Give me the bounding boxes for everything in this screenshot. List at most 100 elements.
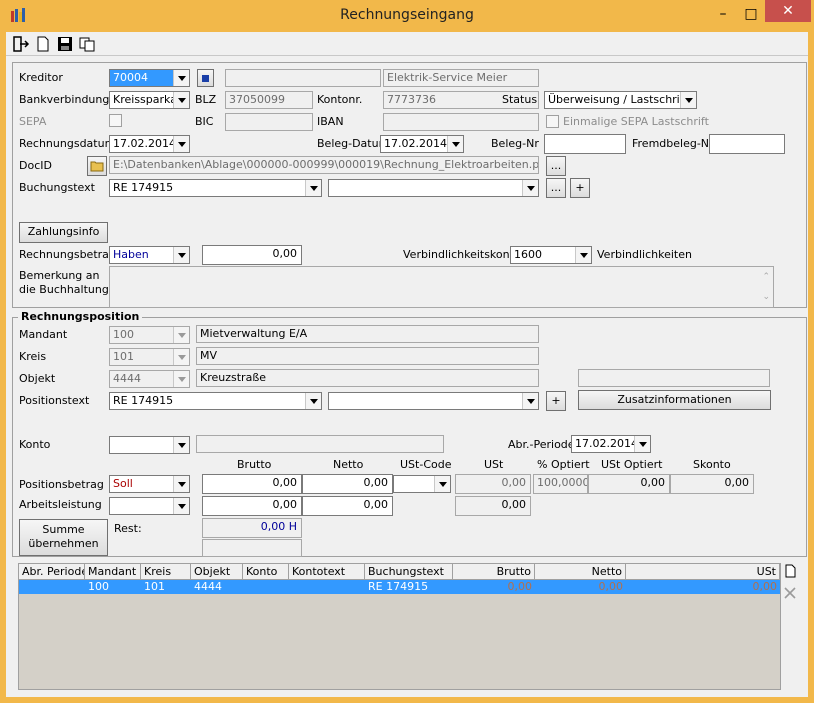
brutto-input[interactable]: 0,00 xyxy=(202,474,302,494)
bic-field xyxy=(225,113,313,131)
bank-select[interactable]: Kreissparkas xyxy=(109,91,190,109)
grid-header[interactable]: Kontotext xyxy=(289,564,365,580)
sepa-label: SEPA xyxy=(19,115,47,128)
title-bar: Rechnungseingang – □ ✕ xyxy=(0,0,814,32)
chevron-down-icon[interactable] xyxy=(305,393,321,409)
positionstext-extra-select[interactable] xyxy=(328,392,539,410)
grid-header[interactable]: Brutto xyxy=(453,564,535,580)
grid-header[interactable]: Konto xyxy=(243,564,289,580)
chevron-down-icon[interactable] xyxy=(173,371,189,387)
netto-input[interactable]: 0,00 xyxy=(302,474,393,494)
objekt-label: Objekt xyxy=(19,372,56,385)
grid-header[interactable]: Abr. Periode xyxy=(19,564,85,580)
row-buchungstext: RE 174915 xyxy=(368,580,429,593)
mandant-name-field: Mietverwaltung E/A xyxy=(196,325,539,343)
scroll-down-icon[interactable]: ⌄ xyxy=(762,289,770,305)
soll-haben-value: Haben xyxy=(113,248,149,261)
chevron-down-icon[interactable] xyxy=(173,327,189,343)
belegnr-label: Beleg-Nr xyxy=(491,137,539,150)
grid-header[interactable]: Kreis xyxy=(141,564,191,580)
summe-uebernehmen-button[interactable]: Summe übernehmen xyxy=(19,519,108,556)
chevron-down-icon[interactable] xyxy=(434,476,450,492)
kreditor-lookup-button[interactable] xyxy=(197,69,214,87)
chevron-down-icon[interactable] xyxy=(680,92,696,108)
row-ust: 0,00 xyxy=(752,580,778,593)
maximize-icon[interactable]: □ xyxy=(737,4,765,24)
delete-row-icon[interactable] xyxy=(783,586,797,600)
soll-haben-select[interactable]: Haben xyxy=(109,246,190,264)
kreis-select[interactable]: 101 xyxy=(109,348,190,366)
ustcode-select[interactable] xyxy=(393,475,451,493)
chevron-down-icon[interactable] xyxy=(173,476,189,492)
main-window: Rechnungseingang – □ ✕ Kreditor 70004 El… xyxy=(0,0,814,703)
kreditor-code-field xyxy=(225,69,381,87)
grid-header[interactable]: Netto xyxy=(535,564,626,580)
close-window-button[interactable]: ✕ xyxy=(765,0,811,22)
buchungstext-extra-select[interactable] xyxy=(328,179,539,197)
docid-field: E:\Datenbanken\Ablage\000000-000999\0000… xyxy=(109,156,539,174)
rechnungsdatum-picker[interactable]: 17.02.2014 xyxy=(109,135,190,153)
new-document-icon[interactable] xyxy=(34,35,52,53)
chevron-down-icon[interactable] xyxy=(575,247,591,263)
chevron-down-icon[interactable] xyxy=(173,247,189,263)
rechnungsbetrag-input[interactable]: 0,00 xyxy=(202,245,302,265)
zahlungsinfo-button[interactable]: Zahlungsinfo xyxy=(19,222,108,243)
new-row-icon[interactable] xyxy=(783,564,797,578)
chevron-down-icon[interactable] xyxy=(522,393,538,409)
fremdbeleg-input[interactable] xyxy=(709,134,785,154)
bemerkung-textarea[interactable]: ⌃ ⌄ xyxy=(109,266,774,308)
exit-icon[interactable] xyxy=(12,35,30,53)
objekt-select[interactable]: 4444 xyxy=(109,370,190,388)
copy-icon[interactable] xyxy=(78,35,96,53)
chevron-down-icon[interactable] xyxy=(522,180,538,196)
kreditor-select[interactable]: 70004 xyxy=(109,69,190,87)
chevron-down-icon[interactable] xyxy=(173,70,189,86)
sepa-once-checkbox[interactable] xyxy=(546,115,559,128)
arbeitsleistung-select[interactable] xyxy=(109,497,190,515)
belegdatum-picker[interactable]: 17.02.2014 xyxy=(380,135,464,153)
positionstext-add-button[interactable]: + xyxy=(546,391,566,411)
mandant-select[interactable]: 100 xyxy=(109,326,190,344)
chevron-down-icon[interactable] xyxy=(173,349,189,365)
chevron-down-icon[interactable] xyxy=(447,136,463,152)
rest-field: 0,00 H xyxy=(202,518,302,538)
bank-label: Bankverbindung xyxy=(19,93,110,106)
chevron-down-icon[interactable] xyxy=(173,498,189,514)
buchungstext-browse-button[interactable]: ... xyxy=(546,178,566,198)
docid-browse-button[interactable]: ... xyxy=(546,156,566,176)
grid-header[interactable]: Buchungstext xyxy=(365,564,453,580)
verbindlichkeitskonto-select[interactable]: 1600 xyxy=(510,246,592,264)
abr-periode-picker[interactable]: 17.02.2014 xyxy=(571,435,651,453)
arbeit-brutto-input[interactable]: 0,00 xyxy=(202,496,302,516)
chevron-down-icon[interactable] xyxy=(173,437,189,453)
save-icon[interactable] xyxy=(56,35,74,53)
bic-label: BIC xyxy=(195,115,214,128)
zusatzinformationen-button[interactable]: Zusatzinformationen xyxy=(578,390,771,410)
grid-header[interactable]: Objekt xyxy=(191,564,243,580)
sepa-once-label: Einmalige SEPA Lastschrift xyxy=(563,115,709,128)
chevron-down-icon[interactable] xyxy=(173,136,189,152)
belegnr-input[interactable] xyxy=(544,134,626,154)
table-row[interactable]: 100 101 4444 RE 174915 0,00 0,00 0,00 xyxy=(19,580,780,594)
arbeit-netto-input[interactable]: 0,00 xyxy=(302,496,393,516)
chevron-down-icon[interactable] xyxy=(305,180,321,196)
bemerkung-label: Bemerkung an die Buchhaltung xyxy=(19,269,109,297)
positions-table[interactable]: Abr. Periode Mandant Kreis Objekt Konto … xyxy=(18,563,781,690)
chevron-down-icon[interactable] xyxy=(173,92,189,108)
positionstext-select[interactable]: RE 174915 xyxy=(109,392,322,410)
minimize-icon[interactable]: – xyxy=(709,4,737,24)
buchungstext-select[interactable]: RE 174915 xyxy=(109,179,322,197)
scroll-up-icon[interactable]: ⌃ xyxy=(762,269,770,285)
pos-soll-haben-select[interactable]: Soll xyxy=(109,475,190,493)
window-title: Rechnungseingang xyxy=(340,7,474,23)
status-select[interactable]: Überweisung / Lastschrift per xyxy=(544,91,697,109)
sepa-checkbox[interactable] xyxy=(109,114,122,127)
grid-header[interactable]: Mandant xyxy=(85,564,141,580)
open-folder-button[interactable] xyxy=(87,156,107,176)
verbindlichkeitskonto-label: Verbindlichkeitskonto xyxy=(403,248,521,261)
konto-select[interactable] xyxy=(109,436,190,454)
buchungstext-add-button[interactable]: + xyxy=(570,178,590,198)
belegdatum-label: Beleg-Datum xyxy=(317,137,390,150)
chevron-down-icon[interactable] xyxy=(634,436,650,452)
grid-header[interactable]: USt xyxy=(626,564,780,580)
